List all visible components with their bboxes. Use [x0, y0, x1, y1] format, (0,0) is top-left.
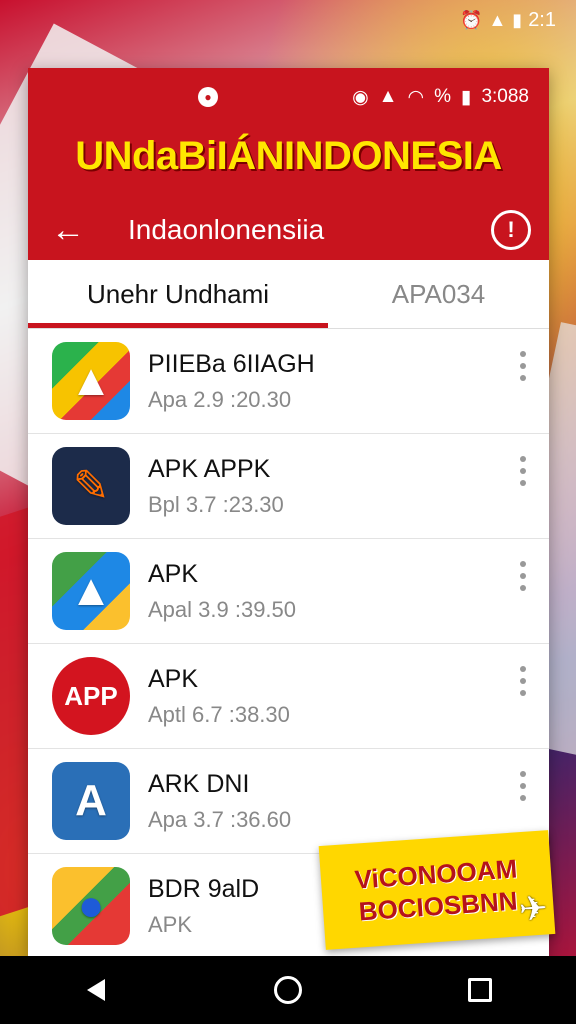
alarm-icon: ⏰ [460, 9, 483, 30]
inner-status-time: 3:088 [481, 86, 529, 107]
item-name: APK [148, 664, 199, 693]
status-time: 2:1 [528, 8, 556, 31]
battery-icon: ▮ [512, 9, 523, 30]
more-options-button[interactable] [515, 666, 531, 696]
maps-app-icon: ▲ [52, 342, 130, 420]
triangle-app-icon: ▲ [52, 552, 130, 630]
more-options-button[interactable] [515, 351, 531, 381]
nav-recents-button[interactable] [450, 960, 510, 1020]
map-pin-app-icon: ● [52, 867, 130, 945]
navigation-bar [0, 956, 576, 1024]
nav-home-button[interactable] [258, 960, 318, 1020]
arrow-left-icon: ← [51, 210, 85, 249]
wifi-icon: ◠ [407, 86, 425, 108]
inner-status-bar: ● ◉ ▲ ◠ % ▮ 3:088 [28, 82, 549, 112]
list-item[interactable]: ▲ APK Apal 3.9 :39.50 [28, 539, 549, 644]
item-subtitle: Apal 3.9 :39.50 [148, 596, 297, 622]
alert-button[interactable]: ! [491, 210, 531, 250]
tab-bar: Unehr Undhami APA034 [28, 260, 549, 329]
recents-square-icon [468, 978, 492, 1002]
app-header: ● ◉ ▲ ◠ % ▮ 3:088 UNdaBiIÁNINDONESIA ← I… [28, 68, 549, 260]
signal-icon: ▲ [488, 9, 507, 30]
letter-a-app-icon: A [52, 762, 130, 840]
more-options-button[interactable] [515, 456, 531, 486]
system-status-bar: ⏰ ▲ ▮ 2:1 [0, 0, 576, 40]
item-subtitle: Apa 2.9 :20.30 [148, 386, 292, 412]
tab-indicator [28, 323, 328, 328]
alert-icon: ! [507, 217, 515, 242]
tab-apa[interactable]: APA034 [328, 260, 549, 328]
app-window: ● ◉ ▲ ◠ % ▮ 3:088 UNdaBiIÁNINDONESIA ← I… [28, 68, 549, 956]
toolbar-title: Indaonlonensiia [128, 214, 325, 245]
item-name: ARK DNI [148, 769, 250, 798]
home-circle-icon [274, 976, 302, 1004]
item-subtitle: Apa 3.7 :36.60 [148, 806, 292, 832]
list-item[interactable]: ✎ APK APPK Bpl 3.7 :23.30 [28, 434, 549, 539]
more-options-button[interactable] [515, 561, 531, 591]
airplane-icon: ✈ [517, 889, 549, 930]
notification-icon: ● [198, 87, 218, 107]
item-subtitle: Aptl 6.7 :38.30 [148, 701, 290, 727]
tab-main[interactable]: Unehr Undhami [28, 260, 328, 328]
toolbar: ← Indaonlonensiia ! [28, 200, 549, 260]
back-button[interactable]: ← [28, 200, 108, 260]
list-item[interactable]: ▲ PIIEBa 6IIAGH Apa 2.9 :20.30 [28, 329, 549, 434]
promo-sticker[interactable]: ViCONOOAM BOCIOSBNN ✈ [318, 830, 556, 950]
banner-title: UNdaBiIÁNINDONESIA [75, 134, 502, 178]
item-name: APK [148, 559, 199, 588]
back-triangle-icon [87, 979, 105, 1001]
signal-icon: ▲ [378, 86, 398, 107]
app-circle-icon: APP [52, 657, 130, 735]
battery-percent: % [434, 86, 451, 107]
battery-icon: ▮ [460, 86, 472, 108]
apk-tool-icon: ✎ [52, 447, 130, 525]
item-subtitle: Bpl 3.7 :23.30 [148, 491, 284, 517]
location-icon: ◉ [352, 86, 369, 108]
item-name: APK APPK [148, 454, 271, 483]
item-name: PIIEBa 6IIAGH [148, 349, 315, 378]
nav-back-button[interactable] [66, 960, 126, 1020]
more-options-button[interactable] [515, 771, 531, 801]
list-item[interactable]: APP APK Aptl 6.7 :38.30 [28, 644, 549, 749]
